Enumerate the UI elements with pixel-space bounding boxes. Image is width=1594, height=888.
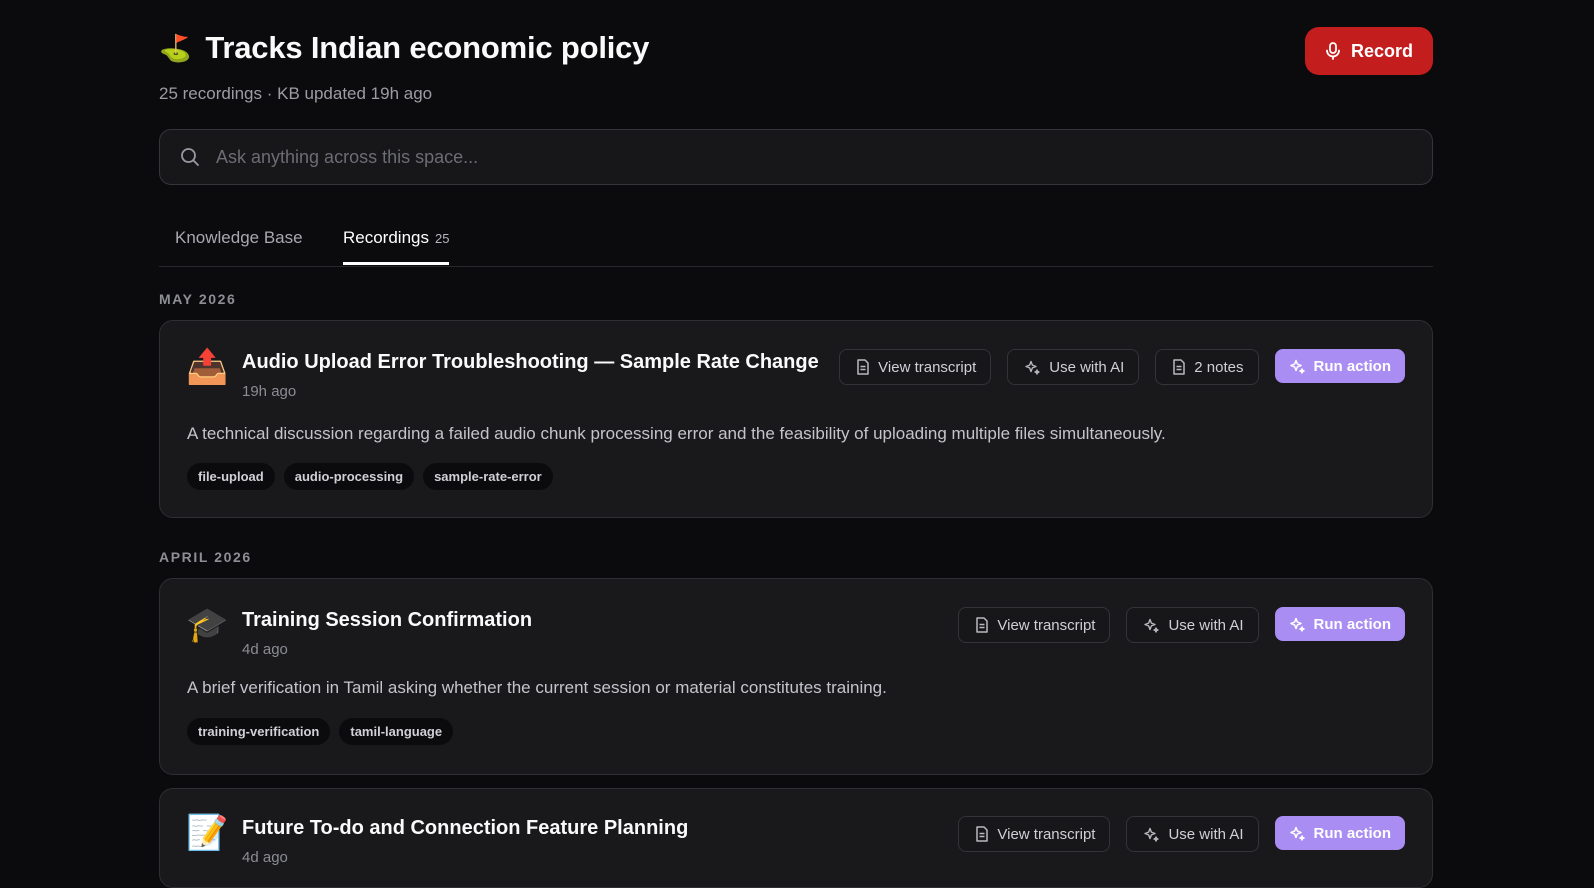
- tag-list: file-upload audio-processing sample-rate…: [187, 463, 553, 490]
- tag-chip[interactable]: tamil-language: [339, 718, 454, 745]
- tab-label: Knowledge Base: [175, 228, 303, 247]
- document-icon: [1172, 359, 1186, 375]
- tab-bar: Knowledge Base Recordings 25: [159, 214, 1433, 267]
- notes-button[interactable]: 2 notes: [1155, 349, 1259, 385]
- run-action-button[interactable]: Run action: [1274, 607, 1405, 641]
- button-label: Use with AI: [1168, 616, 1244, 634]
- tag-chip[interactable]: file-upload: [187, 463, 275, 490]
- tag-list: training-verification tamil-language: [187, 718, 454, 745]
- use-with-ai-button[interactable]: Use with AI: [1126, 607, 1259, 643]
- microphone-icon: [1325, 42, 1341, 60]
- recording-title[interactable]: Training Session Confirmation: [242, 609, 532, 632]
- tag-chip[interactable]: sample-rate-error: [423, 463, 553, 490]
- recording-date: 4d ago: [242, 641, 288, 658]
- space-header: ⛳ Tracks Indian economic policy 25 recor…: [159, 0, 1433, 128]
- recording-card[interactable]: 📤 Audio Upload Error Troubleshooting — S…: [159, 320, 1433, 518]
- button-label: Run action: [1313, 357, 1392, 375]
- month-heading: APRIL 2026: [159, 549, 252, 565]
- sparkles-icon: [1289, 825, 1306, 842]
- tag-chip[interactable]: training-verification: [187, 718, 331, 745]
- button-label: Run action: [1313, 615, 1392, 633]
- recording-card[interactable]: 🎓 Training Session Confirmation 4d ago V…: [159, 578, 1433, 775]
- sparkles-icon: [1143, 826, 1160, 843]
- record-button[interactable]: Record: [1305, 27, 1433, 75]
- button-label: 2 notes: [1194, 358, 1244, 376]
- tag-chip[interactable]: audio-processing: [283, 463, 415, 490]
- title-row: ⛳ Tracks Indian economic policy: [159, 30, 649, 66]
- button-label: Use with AI: [1049, 358, 1125, 376]
- sparkles-icon: [1289, 616, 1306, 633]
- view-transcript-button[interactable]: View transcript: [839, 349, 992, 385]
- outbox-tray-icon: 📤: [186, 348, 229, 386]
- recording-title[interactable]: Audio Upload Error Troubleshooting — Sam…: [242, 351, 819, 374]
- recording-date: 4d ago: [242, 849, 288, 866]
- page-title: Tracks Indian economic policy: [205, 30, 650, 65]
- recording-date: 19h ago: [242, 383, 297, 400]
- view-transcript-button[interactable]: View transcript: [958, 816, 1111, 852]
- document-icon: [856, 359, 870, 375]
- search-icon: [180, 147, 200, 167]
- recording-description: A technical discussion regarding a faile…: [187, 424, 1166, 443]
- button-label: Run action: [1313, 824, 1392, 842]
- button-label: Use with AI: [1168, 825, 1244, 843]
- record-label: Record: [1350, 40, 1413, 61]
- month-heading: MAY 2026: [159, 291, 237, 307]
- memo-icon: 📝: [186, 814, 229, 852]
- search-input[interactable]: [214, 145, 1432, 169]
- sparkles-icon: [1024, 359, 1041, 376]
- tab-knowledge-base[interactable]: Knowledge Base: [175, 228, 303, 248]
- space-subtitle: 25 recordings · KB updated 19h ago: [159, 84, 433, 103]
- document-icon: [975, 826, 989, 842]
- button-label: View transcript: [997, 825, 1096, 843]
- recordings-count-badge: 25: [435, 231, 450, 246]
- tab-recordings[interactable]: Recordings 25: [343, 228, 450, 265]
- use-with-ai-button[interactable]: Use with AI: [1007, 349, 1140, 385]
- sparkles-icon: [1143, 617, 1160, 634]
- space-page: ⛳ Tracks Indian economic policy 25 recor…: [159, 0, 1433, 888]
- graduation-cap-icon: 🎓: [186, 606, 229, 644]
- run-action-button[interactable]: Run action: [1274, 349, 1405, 383]
- recording-title[interactable]: Future To-do and Connection Feature Plan…: [242, 817, 688, 840]
- use-with-ai-button[interactable]: Use with AI: [1126, 816, 1259, 852]
- recording-actions: View transcript Use with AI Run action: [958, 816, 1405, 852]
- recording-card[interactable]: 📝 Future To-do and Connection Feature Pl…: [159, 788, 1433, 888]
- button-label: View transcript: [878, 358, 977, 376]
- run-action-button[interactable]: Run action: [1274, 816, 1405, 850]
- button-label: View transcript: [997, 616, 1096, 634]
- sparkles-icon: [1289, 358, 1306, 375]
- document-icon: [975, 617, 989, 633]
- recording-actions: View transcript Use with AI Run action: [958, 607, 1405, 643]
- space-search-bar[interactable]: [159, 129, 1433, 185]
- tab-label: Recordings: [343, 228, 429, 247]
- view-transcript-button[interactable]: View transcript: [958, 607, 1111, 643]
- recording-description: A brief verification in Tamil asking whe…: [187, 678, 887, 697]
- recording-actions: View transcript Use with AI 2 notes Run …: [839, 349, 1405, 385]
- flag-emoji-icon: ⛳: [159, 32, 192, 63]
